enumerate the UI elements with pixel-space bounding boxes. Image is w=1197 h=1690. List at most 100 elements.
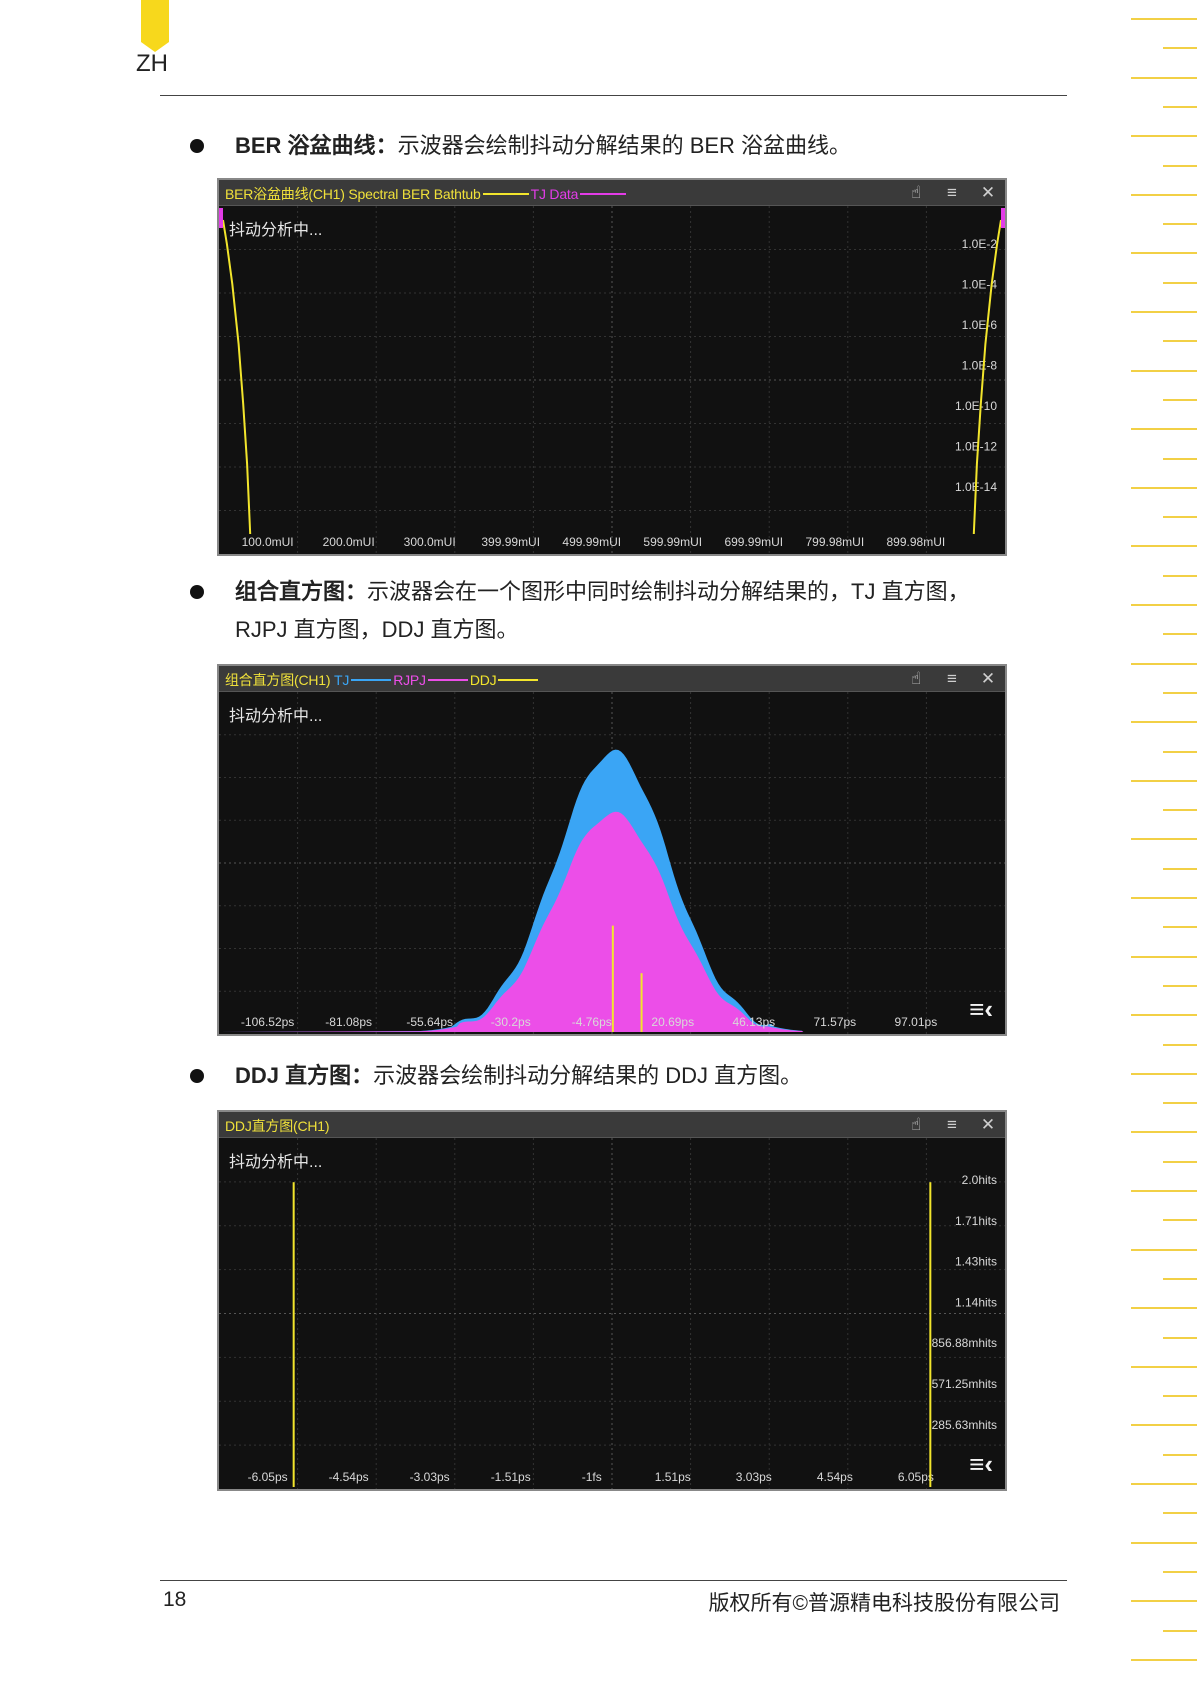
margin-line bbox=[1163, 1160, 1197, 1163]
margin-line bbox=[1163, 105, 1197, 108]
window-title: BER浴盆曲线(CH1) Spectral BER Bathtub bbox=[225, 186, 481, 202]
x-tick-label: -1.51ps bbox=[491, 1470, 531, 1484]
tj-data-marker bbox=[1001, 208, 1005, 228]
menu-icon[interactable]: ≡ bbox=[941, 669, 963, 689]
plot-area[interactable]: -106.52ps -81.08ps -55.64ps -30.2ps -4.76ps 2… bbox=[219, 692, 1005, 1034]
legend-tj-data: TJ Data bbox=[530, 186, 579, 202]
y-tick-label: 1.43hits bbox=[955, 1255, 997, 1269]
analysis-status: 抖动分析中... bbox=[229, 708, 323, 725]
margin-line bbox=[1131, 1131, 1197, 1134]
window-titlebar[interactable]: DDJ直方图(CH1) ☝ ≡ ✕ bbox=[219, 1112, 1005, 1138]
ddj-spike bbox=[640, 973, 643, 1032]
term-sep: ： bbox=[351, 1063, 374, 1088]
term-sep: ： bbox=[375, 133, 398, 158]
margin-line bbox=[1163, 164, 1197, 167]
margin-line bbox=[1163, 1336, 1197, 1339]
margin-line bbox=[1163, 1277, 1197, 1280]
margin-line bbox=[1163, 750, 1197, 753]
language-code: ZH bbox=[136, 50, 168, 77]
y-tick-label: 285.63mhits bbox=[932, 1418, 997, 1432]
margin-line bbox=[1131, 1072, 1197, 1075]
paragraph-ddj-histogram: DDJ 直方图：示波器会绘制抖动分解结果的 DDJ 直方图。 bbox=[235, 1057, 1025, 1095]
margin-line bbox=[1131, 779, 1197, 782]
x-tick-label: 97.01ps bbox=[895, 1015, 938, 1029]
x-tick-label: 599.99mUI bbox=[643, 535, 702, 549]
x-tick-label: 71.57ps bbox=[813, 1015, 856, 1029]
margin-line bbox=[1131, 662, 1197, 665]
paragraph-ber-bathtub: BER 浴盆曲线：示波器会绘制抖动分解结果的 BER 浴盆曲线。 bbox=[235, 127, 1025, 165]
plot-area[interactable]: 2.0hits 1.71hits 1.43hits 1.14hits 856.88mhi… bbox=[219, 1138, 1005, 1489]
close-icon[interactable]: ✕ bbox=[977, 183, 999, 203]
margin-line bbox=[1163, 516, 1197, 519]
x-tick-label: 200.0mUI bbox=[323, 535, 375, 549]
margin-line bbox=[1131, 1365, 1197, 1368]
tj-data-marker bbox=[219, 208, 223, 228]
margin-line bbox=[1163, 1512, 1197, 1515]
margin-line bbox=[1131, 1190, 1197, 1192]
margin-decoration bbox=[1125, 18, 1197, 1688]
plot-area[interactable]: 100.0mUI 200.0mUI 300.0mUI 399.99mUI 499.99m… bbox=[219, 206, 1005, 554]
x-tick-label: -106.52ps bbox=[241, 1015, 294, 1029]
y-tick-label: 1.0E-6 bbox=[962, 318, 998, 332]
margin-line bbox=[1163, 1102, 1197, 1105]
page-number: 18 bbox=[163, 1588, 187, 1611]
margin-line bbox=[1131, 897, 1197, 899]
y-tick-label: 2.0hits bbox=[962, 1173, 997, 1187]
margin-line bbox=[1131, 721, 1197, 724]
description: 示波器会绘制抖动分解结果的 BER 浴盆曲线。 bbox=[397, 133, 852, 158]
touch-icon[interactable]: ☝ bbox=[905, 183, 927, 203]
window-titlebar[interactable]: BER浴盆曲线(CH1) Spectral BER Bathtub TJ Data… bbox=[219, 180, 1005, 206]
scope-window-ddj-histogram: DDJ直方图(CH1) ☝ ≡ ✕ 2.0hits 1.71hits 1.43hit… bbox=[217, 1110, 1007, 1491]
ddj-bar bbox=[292, 1182, 295, 1487]
x-tick-label: 46.13ps bbox=[732, 1015, 775, 1029]
grid bbox=[219, 1138, 1005, 1489]
y-tick-label: 1.71hits bbox=[955, 1214, 997, 1228]
touch-icon[interactable]: ☝ bbox=[905, 669, 927, 689]
ddj-bar bbox=[929, 1182, 932, 1487]
bullet bbox=[190, 585, 204, 599]
copyright: 版权所有©普源精电科技股份有限公司 bbox=[708, 1592, 1060, 1615]
paragraph-combined-histogram: 组合直方图：示波器会在一个图形中同时绘制抖动分解结果的，TJ 直方图， RJPJ… bbox=[235, 573, 1025, 649]
menu-icon[interactable]: ≡ bbox=[941, 1115, 963, 1135]
x-tick-label: -1fs bbox=[582, 1470, 602, 1484]
margin-line bbox=[1163, 1629, 1197, 1632]
menu-icon[interactable]: ≡ bbox=[941, 183, 963, 203]
margin-line bbox=[1163, 1453, 1197, 1456]
window-title: DDJ直方图(CH1) bbox=[225, 1118, 330, 1134]
collapse-menu-icon[interactable]: ≡‹ bbox=[969, 996, 993, 1022]
margin-line bbox=[1163, 1570, 1197, 1573]
margin-line bbox=[1163, 47, 1197, 50]
y-tick-label: 1.0E-8 bbox=[962, 359, 998, 373]
margin-line bbox=[1163, 281, 1197, 284]
margin-line bbox=[1163, 1219, 1197, 1222]
margin-line bbox=[1163, 574, 1197, 577]
legend-rjpj: RJPJ bbox=[393, 672, 426, 688]
y-tick-label: 1.0E-12 bbox=[955, 440, 997, 454]
window-title: 组合直方图(CH1) bbox=[225, 672, 331, 688]
x-tick-label: -81.08ps bbox=[325, 1015, 372, 1029]
touch-icon[interactable]: ☝ bbox=[905, 1115, 927, 1135]
x-tick-label: -55.64ps bbox=[406, 1015, 453, 1029]
x-tick-label: 399.99mUI bbox=[481, 535, 540, 549]
term: BER 浴盆曲线 bbox=[235, 133, 376, 158]
margin-line bbox=[1131, 1600, 1197, 1603]
margin-line bbox=[1131, 1424, 1197, 1427]
collapse-menu-icon[interactable]: ≡‹ bbox=[969, 1451, 993, 1477]
x-tick-label: 300.0mUI bbox=[404, 535, 456, 549]
margin-line bbox=[1131, 76, 1197, 79]
margin-line bbox=[1163, 340, 1197, 343]
close-icon[interactable]: ✕ bbox=[977, 1115, 999, 1135]
x-tick-label: 899.98mUI bbox=[887, 535, 946, 549]
window-titlebar[interactable]: 组合直方图(CH1) TJ RJPJ DDJ ☝ ≡ ✕ bbox=[219, 666, 1005, 692]
margin-line bbox=[1163, 926, 1197, 929]
margin-line bbox=[1163, 223, 1197, 226]
language-tab bbox=[141, 0, 169, 52]
margin-line bbox=[1163, 1043, 1197, 1046]
x-tick-label: 4.54ps bbox=[817, 1470, 853, 1484]
y-tick-label: 1.14hits bbox=[955, 1295, 997, 1309]
footer-rule bbox=[160, 1580, 1067, 1581]
margin-line bbox=[1163, 398, 1197, 401]
bathtub-curve bbox=[222, 219, 252, 535]
x-tick-label: 499.99mUI bbox=[562, 535, 621, 549]
close-icon[interactable]: ✕ bbox=[977, 669, 999, 689]
